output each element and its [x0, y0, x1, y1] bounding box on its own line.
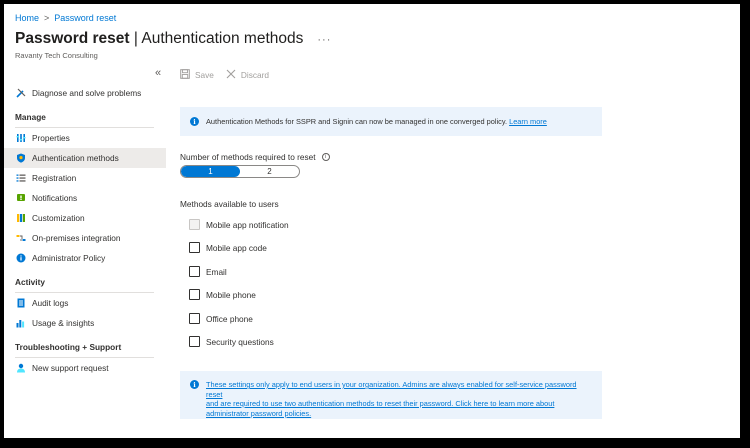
sidebar-item-authentication-methods[interactable]: Authentication methods [4, 148, 166, 168]
method-label: Mobile app notification [206, 219, 289, 230]
sidebar-item-audit-logs[interactable]: Audit logs [4, 293, 166, 313]
method-mobile-app-code: Mobile app code [189, 242, 267, 253]
methods-required-label: Number of methods required to reset i [180, 152, 330, 162]
sidebar-item-label: Notifications [32, 193, 78, 203]
section-troubleshooting-support: Troubleshooting + Support [15, 342, 122, 352]
save-button[interactable]: Save [180, 69, 214, 81]
sidebar-item-new-support-request[interactable]: New support request [4, 358, 166, 378]
portal-content: Home > Password reset Password reset | A… [4, 4, 740, 438]
admin-policy-banner: i These settings only apply to end users… [180, 371, 602, 419]
method-mobile-app-notification: Mobile app notification [189, 219, 289, 230]
section-manage: Manage [15, 112, 46, 122]
window-frame: Home > Password reset Password reset | A… [0, 0, 750, 448]
sidebar-item-properties[interactable]: Properties [4, 128, 166, 148]
sidebar-item-label: Customization [32, 213, 85, 223]
method-security-questions: Security questions [189, 336, 274, 347]
discard-label: Discard [240, 70, 270, 80]
sidebar-item-registration[interactable]: Registration [4, 168, 166, 188]
save-label: Save [195, 70, 214, 80]
checkbox[interactable] [189, 336, 200, 347]
sidebar-item-customization[interactable]: Customization [4, 208, 166, 228]
properties-icon [15, 132, 27, 144]
method-label: Security questions [206, 336, 274, 347]
notification-icon [15, 192, 27, 204]
method-mobile-phone: Mobile phone [189, 289, 256, 300]
title-row: Password reset | Authentication methods … [15, 30, 331, 48]
customization-icon [15, 212, 27, 224]
checkbox[interactable] [189, 313, 200, 324]
chart-icon [15, 317, 27, 329]
sidebar-item-usage-insights[interactable]: Usage & insights [4, 313, 166, 333]
wrench-icon [15, 87, 27, 99]
toggle-option-2[interactable]: 2 [240, 166, 299, 177]
info-icon: i [190, 380, 199, 389]
breadcrumb-separator: > [44, 13, 50, 23]
list-icon [15, 172, 27, 184]
command-bar: Save Discard [180, 69, 269, 81]
learn-more-link[interactable]: Learn more [509, 117, 547, 126]
methods-available-label: Methods available to users [180, 199, 279, 209]
help-icon[interactable]: i [321, 153, 330, 161]
sidebar-item-label: Audit logs [32, 298, 69, 308]
sidebar-item-on-premises-integration[interactable]: On-premises integration [4, 228, 166, 248]
person-icon [15, 362, 27, 374]
save-icon [180, 69, 190, 81]
sidebar-item-label: New support request [32, 363, 109, 373]
info-icon: i [190, 117, 199, 126]
sidebar-item-notifications[interactable]: Notifications [4, 188, 166, 208]
close-icon [226, 69, 236, 81]
sidebar: Diagnose and solve problems Manage Prope… [4, 83, 166, 378]
checkbox[interactable] [189, 242, 200, 253]
method-label: Email [206, 266, 227, 277]
sidebar-item-administrator-policy[interactable]: Administrator Policy [4, 248, 166, 268]
method-label: Mobile app code [206, 242, 267, 253]
methods-required-toggle: 1 2 [180, 165, 300, 178]
method-email: Email [189, 266, 227, 277]
converged-policy-banner: i Authentication Methods for SSPR and Si… [180, 107, 602, 136]
banner-text: Authentication Methods for SSPR and Sign… [206, 117, 547, 126]
more-options-icon[interactable]: ··· [317, 34, 331, 46]
breadcrumb-password-reset[interactable]: Password reset [54, 13, 116, 23]
organization-name: Ravanty Tech Consulting [15, 51, 98, 60]
collapse-sidebar-icon[interactable]: « [155, 67, 161, 79]
discard-button[interactable]: Discard [226, 69, 269, 81]
section-activity: Activity [15, 277, 45, 287]
admin-policy-link[interactable]: These settings only apply to end users i… [206, 380, 594, 418]
sidebar-item-label: Administrator Policy [32, 253, 106, 263]
sidebar-item-label: Diagnose and solve problems [32, 88, 142, 98]
audit-log-icon [15, 297, 27, 309]
checkbox[interactable] [189, 266, 200, 277]
breadcrumb-home[interactable]: Home [15, 13, 39, 23]
sidebar-item-label: Registration [32, 173, 77, 183]
checkbox[interactable] [189, 289, 200, 300]
method-label: Office phone [206, 313, 253, 324]
shield-icon [15, 152, 27, 164]
sidebar-item-label: On-premises integration [32, 233, 121, 243]
info-icon [15, 252, 27, 264]
method-label: Mobile phone [206, 289, 256, 300]
breadcrumb: Home > Password reset [15, 13, 116, 23]
toggle-option-1[interactable]: 1 [181, 166, 240, 177]
method-office-phone: Office phone [189, 313, 253, 324]
page-title: Password reset | Authentication methods [15, 30, 304, 47]
sidebar-item-label: Authentication methods [32, 153, 119, 163]
sidebar-item-label: Properties [32, 133, 70, 143]
sidebar-item-diagnose[interactable]: Diagnose and solve problems [4, 83, 166, 103]
sidebar-item-label: Usage & insights [32, 318, 95, 328]
sync-icon [15, 232, 27, 244]
checkbox[interactable] [189, 219, 200, 230]
